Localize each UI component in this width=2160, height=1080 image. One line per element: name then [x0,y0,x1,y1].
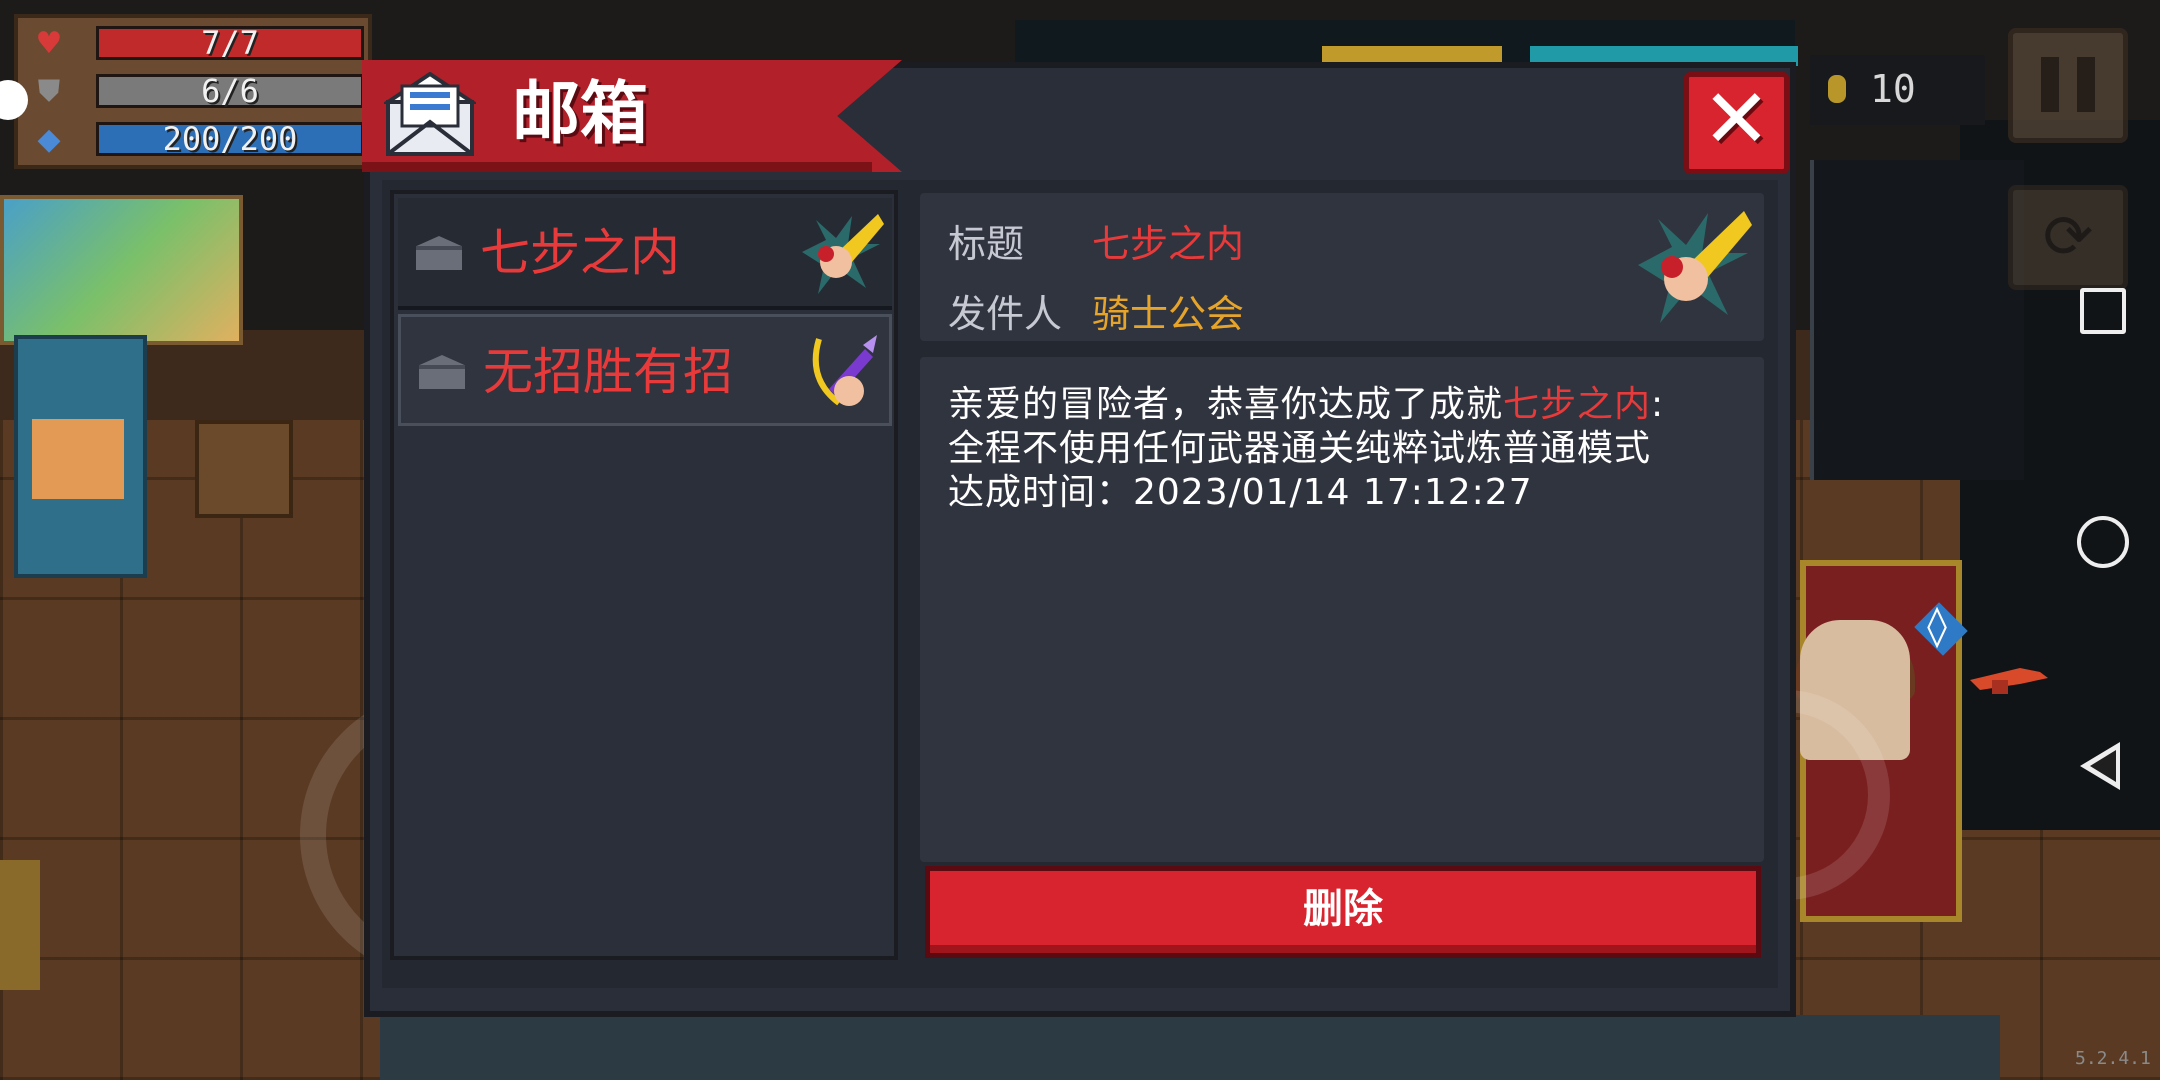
machine-glass [32,419,124,499]
mail-detail-body: 亲爱的冒险者，恭喜你达成了成就七步之内: 全程不使用任何武器通关纯粹试炼普通模式… [920,357,1764,862]
delete-button[interactable]: 删除 [925,866,1761,958]
pause-icon [2041,57,2059,112]
envelope-flap [416,246,462,250]
envelope-icon [416,236,462,270]
lamp [0,860,40,990]
bottom-strip [380,1015,2000,1080]
poster [0,195,243,345]
heart-icon: ♥ [35,26,63,61]
sword-achievement-icon [812,335,877,406]
hp-bar: 7/7 [96,26,364,60]
energy-row: ◆ 200/200 [28,122,366,158]
pause-icon-bar [2077,57,2095,112]
envelope-flap [419,365,465,369]
version-label: 5.2.4.1 [2075,1048,2151,1069]
armor-row: ⛊ 6/6 [28,74,366,110]
coin-value: 10 [1870,67,1916,111]
chest [195,420,293,518]
mail-item-qibuzhinei[interactable]: 七步之内 [398,198,892,310]
fist-achievement-icon [1638,211,1752,323]
ribbon-shadow [362,162,872,172]
shield-icon: ⛊ [37,74,61,109]
energy-bar: 200/200 [96,122,364,156]
sender-key: 发件人 [948,292,1063,336]
back-icon [2090,750,2116,782]
coin-icon [1828,75,1846,103]
armor-bar: 6/6 [96,74,364,108]
title-key: 标题 [948,222,1025,266]
delete-label: 删除 [1303,886,1383,932]
shelf [1810,160,2024,480]
fist-achievement-icon [802,214,884,294]
pause-button[interactable] [2008,28,2128,143]
message-suffix: : [1651,384,1665,425]
energy-icon: ◆ [37,122,61,157]
envelope-icon [419,355,465,389]
mail-item-label: 七步之内 [480,224,680,282]
player-stats-panel: ♥ 7/7 ⛊ 6/6 ◆ 200/200 [14,14,372,169]
mailbox-title-ribbon: 邮箱 [362,60,902,172]
hp-row: ♥ 7/7 [28,26,366,62]
swap-weapon-button[interactable]: ⟳ [2008,185,2128,290]
armor-value: 6/6 [201,72,259,110]
mail-icon [384,72,476,156]
gashapon-machine [14,335,147,578]
mail-item-label: 无招胜有招 [483,343,733,401]
close-icon: ✕ [1702,72,1771,167]
energy-value: 200/200 [162,120,298,158]
coin-counter: 10 [1810,55,1985,125]
title-value: 七步之内 [1092,222,1245,266]
hp-value: 7/7 [201,24,259,62]
recent-apps-button[interactable] [2080,288,2126,334]
mailbox-title: 邮箱 [512,75,649,154]
mail-item-wuzhaoshengyouzhao[interactable]: 无招胜有招 [398,314,892,426]
weapon-icon[interactable] [1970,650,2050,700]
skill-icon: ◊ [1925,603,1950,649]
home-button[interactable] [2077,516,2129,568]
message-line-3: 达成时间：2023/01/14 17:12:27 [948,472,1533,513]
sender-value: 骑士公会 [1092,292,1245,336]
close-button[interactable]: ✕ [1684,72,1789,174]
mail-list: 七步之内 无招胜有招 [390,190,898,960]
mail-detail-header: 标题 七步之内 发件人 骑士公会 [920,193,1764,341]
swap-icon: ⟳ [2042,202,2094,272]
